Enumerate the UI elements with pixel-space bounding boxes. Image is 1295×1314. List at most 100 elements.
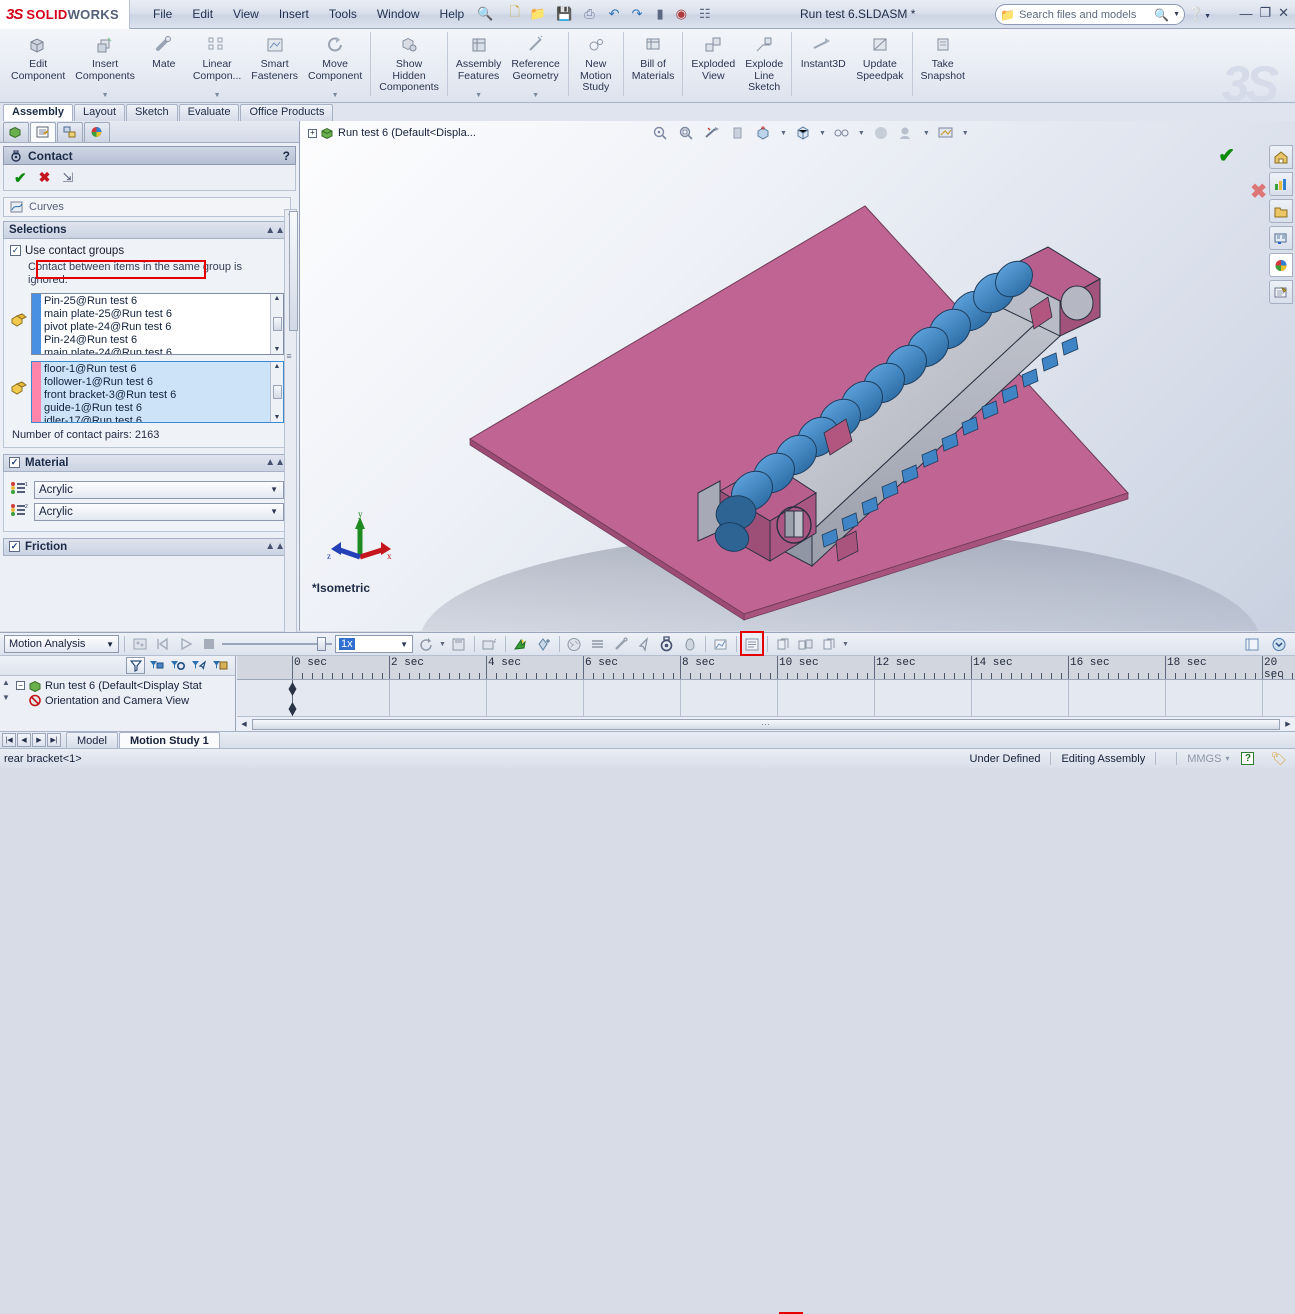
- playback-speed-slider[interactable]: [222, 636, 332, 652]
- task-pane-rail[interactable]: [1269, 145, 1295, 304]
- rebuild-icon[interactable]: ◉: [676, 6, 687, 22]
- chevron-down-icon[interactable]: ▼: [842, 641, 849, 648]
- tab-assembly[interactable]: Assembly: [3, 104, 73, 121]
- friction-enable-checkbox[interactable]: ✓: [9, 541, 20, 552]
- contact-group-1-listbox[interactable]: Pin-25@Run test 6 main plate-25@Run test…: [31, 292, 284, 355]
- library-icon[interactable]: [1269, 226, 1293, 250]
- menu-bar[interactable]: File Edit View Insert Tools Window Help: [144, 4, 473, 24]
- list-item[interactable]: idler-17@Run test 6: [44, 415, 267, 422]
- material-enable-checkbox[interactable]: ✓: [9, 457, 20, 468]
- tab-sketch[interactable]: Sketch: [126, 104, 178, 121]
- open-icon[interactable]: 📁: [530, 6, 546, 22]
- scroll-thumb[interactable]: [272, 316, 282, 331]
- motor-icon[interactable]: [511, 635, 531, 654]
- chevron-down-icon[interactable]: ▼: [439, 641, 446, 648]
- list-item[interactable]: front bracket-3@Run test 6: [44, 389, 267, 402]
- scroll-right-arrow[interactable]: ▶: [1281, 720, 1295, 728]
- dropdown-caret[interactable]: ▼: [532, 92, 539, 101]
- window-controls[interactable]: — ❐ ✕: [1239, 5, 1289, 21]
- expand-all-icon[interactable]: [796, 635, 816, 654]
- graphics-viewport[interactable]: + Run test 6 (Default<Displa... ▼ ▼ ▼ ▼ …: [300, 121, 1295, 631]
- scroll-up-arrow[interactable]: ▲: [274, 294, 281, 303]
- timeline-filter-bar[interactable]: [0, 656, 235, 676]
- scroll-down-arrow[interactable]: ▼: [274, 345, 281, 354]
- appearances-icon[interactable]: [1269, 253, 1293, 277]
- ribbon-reference-geometry[interactable]: Reference Geometry ▼: [506, 29, 564, 101]
- pin-menu-icon[interactable]: 🔍: [477, 6, 493, 22]
- gravity-icon[interactable]: [680, 635, 700, 654]
- speed-multiplier-dropdown[interactable]: 1x ▼: [335, 635, 413, 653]
- timeline-ruler[interactable]: 0 sec 2 sec 4 sec 6 sec 8 sec 10 sec 12 …: [237, 656, 1295, 680]
- timeline-horizontal-scrollbar[interactable]: ◀ ⋯ ▶: [237, 716, 1295, 731]
- first-tab-button[interactable]: |◀: [2, 733, 16, 747]
- dropdown-caret[interactable]: ▼: [102, 92, 109, 101]
- select-arrow-icon[interactable]: [634, 635, 654, 654]
- redo-icon[interactable]: ↷: [632, 6, 643, 22]
- spring-icon[interactable]: [534, 635, 554, 654]
- pin-icon[interactable]: ⇲: [62, 170, 73, 186]
- property-panel-scroll-thumb[interactable]: [289, 211, 298, 331]
- motion-study-properties-icon[interactable]: [742, 635, 762, 654]
- group-1-items[interactable]: Pin-25@Run test 6 main plate-25@Run test…: [41, 294, 270, 354]
- group-2-scrollbar[interactable]: ▲ ▼: [270, 361, 283, 422]
- filter-animation-icon[interactable]: [147, 657, 166, 674]
- tag-icon[interactable]: 🏷: [1270, 751, 1287, 767]
- friction-section-header[interactable]: ✓ Friction ▲▲: [3, 537, 291, 556]
- study-type-dropdown[interactable]: Motion Analysis ▼: [4, 635, 119, 653]
- animation-wizard-icon[interactable]: [480, 635, 500, 654]
- chevron-up-icon[interactable]: ▲▲: [265, 457, 285, 468]
- ribbon-instant3d[interactable]: Instant3D: [795, 29, 851, 101]
- help-icon[interactable]: ?: [283, 149, 290, 163]
- save-animation-icon[interactable]: [449, 635, 469, 654]
- confirm-corner-cancel[interactable]: ✖: [1250, 179, 1267, 204]
- chevron-up-icon[interactable]: ▲▲: [265, 541, 285, 552]
- list-item[interactable]: Pin-25@Run test 6: [44, 295, 267, 308]
- ribbon-assembly-features[interactable]: Assembly Features ▼: [451, 29, 507, 101]
- undo-icon[interactable]: ↶: [609, 6, 620, 22]
- checkbox-box[interactable]: ✓: [10, 245, 21, 256]
- custom-properties-icon[interactable]: [1269, 280, 1293, 304]
- filter-icon[interactable]: [126, 657, 145, 674]
- calculate-icon[interactable]: [130, 635, 150, 654]
- scroll-left-arrow[interactable]: ◀: [237, 720, 251, 728]
- select-icon[interactable]: ▮: [656, 6, 663, 22]
- speed-value[interactable]: 1x: [339, 638, 355, 650]
- ribbon-edit-component[interactable]: Edit Component: [6, 29, 70, 101]
- tab-office-products[interactable]: Office Products: [240, 104, 334, 121]
- tab-motion-study-1[interactable]: Motion Study 1: [118, 732, 220, 748]
- collapse-all-icon[interactable]: [773, 635, 793, 654]
- material-1-dropdown[interactable]: Acrylic ▼: [34, 480, 284, 499]
- status-help-icon[interactable]: ?: [1241, 752, 1255, 765]
- filter-driving-icon[interactable]: [168, 657, 187, 674]
- list-item[interactable]: main plate-24@Run test 6: [44, 347, 267, 354]
- ribbon-mate[interactable]: Mate: [140, 29, 188, 101]
- scroll-up-arrow[interactable]: ▲: [2, 678, 10, 687]
- next-tab-button[interactable]: ▶: [32, 733, 46, 747]
- 3d-model-render[interactable]: [300, 121, 1295, 631]
- scroll-thumb[interactable]: ⋯: [252, 718, 1280, 730]
- scroll-up-arrow[interactable]: ▲: [274, 362, 281, 371]
- options-icon[interactable]: ☷: [699, 6, 711, 22]
- ribbon-new-motion-study[interactable]: New Motion Study: [572, 29, 620, 101]
- configuration-manager-tab[interactable]: [57, 122, 83, 142]
- save-icon[interactable]: 💾: [556, 6, 572, 22]
- menu-tools[interactable]: Tools: [320, 4, 366, 24]
- new-document-icon[interactable]: 🗋: [509, 3, 519, 25]
- menu-view[interactable]: View: [224, 4, 268, 24]
- filter-results-icon[interactable]: [210, 657, 229, 674]
- ribbon-take-snapshot[interactable]: Take Snapshot: [916, 29, 970, 101]
- restore-button[interactable]: ❐: [1259, 5, 1271, 21]
- material-2-dropdown[interactable]: Acrylic ▼: [34, 502, 284, 521]
- cancel-button[interactable]: ✖: [39, 169, 51, 186]
- chevron-down-icon[interactable]: ▼: [270, 485, 278, 494]
- search-icon[interactable]: 🔍: [1154, 8, 1169, 22]
- last-tab-button[interactable]: ▶|: [47, 733, 61, 747]
- filter-selected-icon[interactable]: [189, 657, 208, 674]
- chevron-down-icon[interactable]: ▼: [270, 507, 278, 516]
- ribbon-update-speedpak[interactable]: Update Speedpak: [851, 29, 908, 101]
- expand-panel-icon[interactable]: [1242, 635, 1262, 654]
- property-manager-tab[interactable]: [30, 122, 56, 142]
- selections-section-header[interactable]: Selections ▲▲: [3, 221, 291, 239]
- dropdown-caret[interactable]: ▼: [332, 92, 339, 101]
- scroll-down-arrow[interactable]: ▼: [274, 413, 281, 422]
